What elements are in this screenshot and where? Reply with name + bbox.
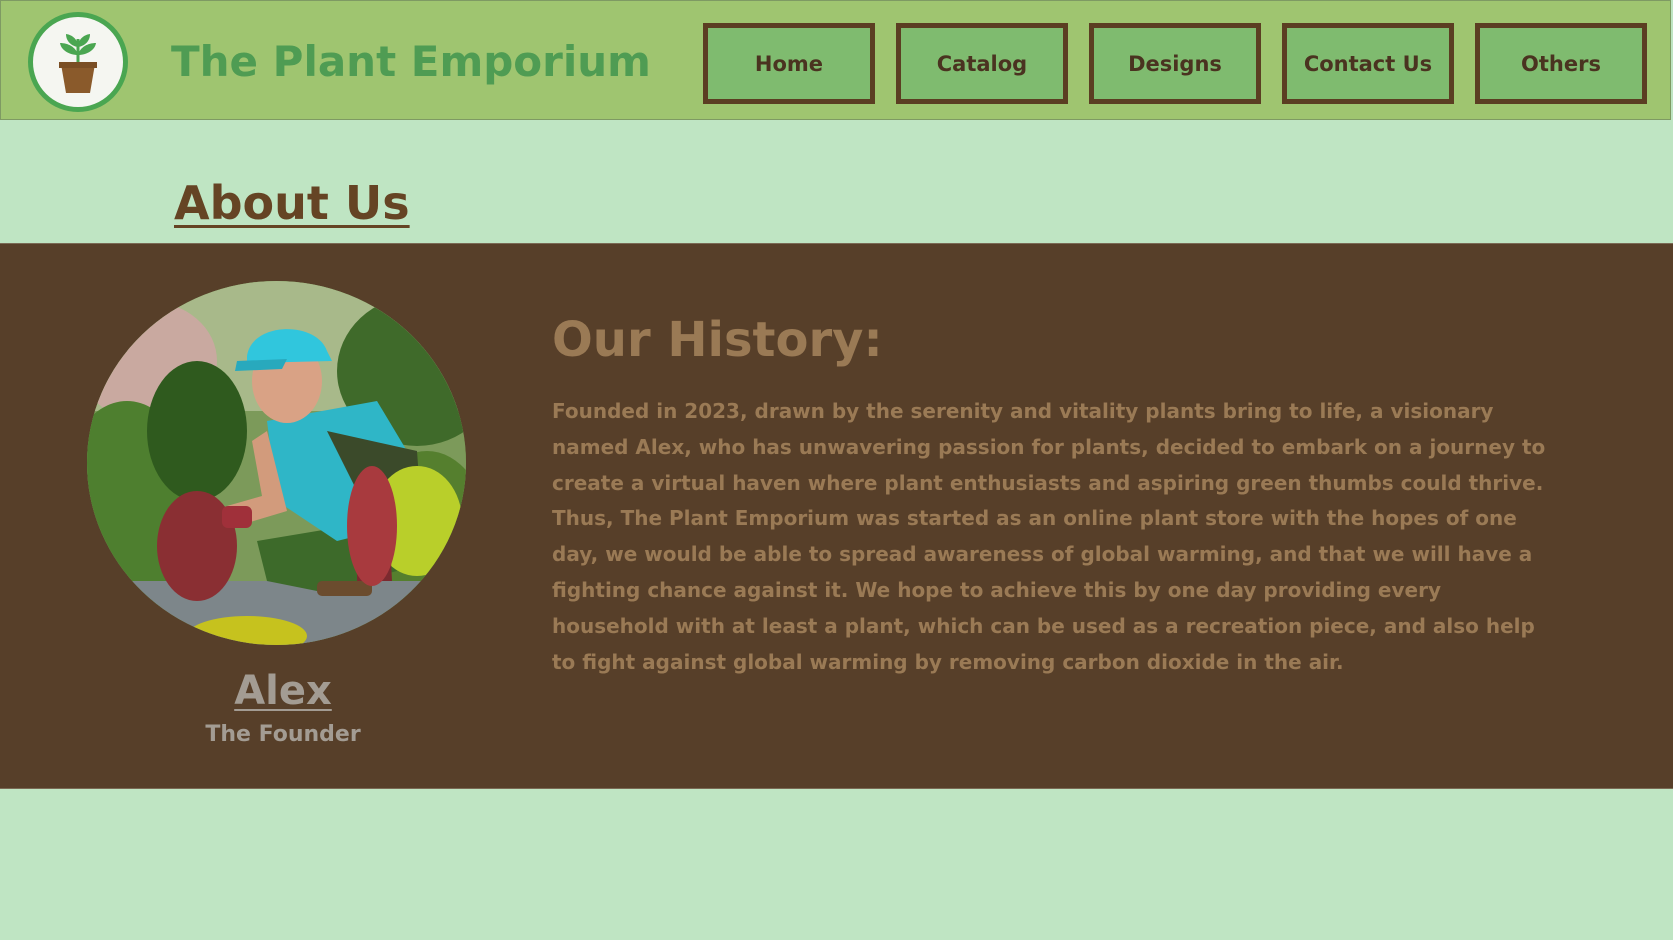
history-paragraph: Founded in 2023, drawn by the serenity a… — [552, 399, 1546, 674]
nav-others-button[interactable]: Others — [1475, 23, 1647, 104]
nav-home-button[interactable]: Home — [703, 23, 875, 104]
nav-catalog-button[interactable]: Catalog — [896, 23, 1068, 104]
founder-role: The Founder — [205, 722, 361, 747]
founder-photo — [87, 281, 466, 645]
history-heading: Our History: — [552, 312, 883, 368]
nav-designs-button[interactable]: Designs — [1089, 23, 1261, 104]
potted-plant-icon[interactable] — [28, 12, 128, 112]
founder-name: Alex — [234, 668, 332, 714]
header-bar: The Plant Emporium Home Catalog Designs … — [0, 0, 1671, 120]
about-us-heading: About Us — [174, 176, 410, 230]
nav-contact-us-button[interactable]: Contact Us — [1282, 23, 1454, 104]
site-title[interactable]: The Plant Emporium — [171, 37, 651, 86]
